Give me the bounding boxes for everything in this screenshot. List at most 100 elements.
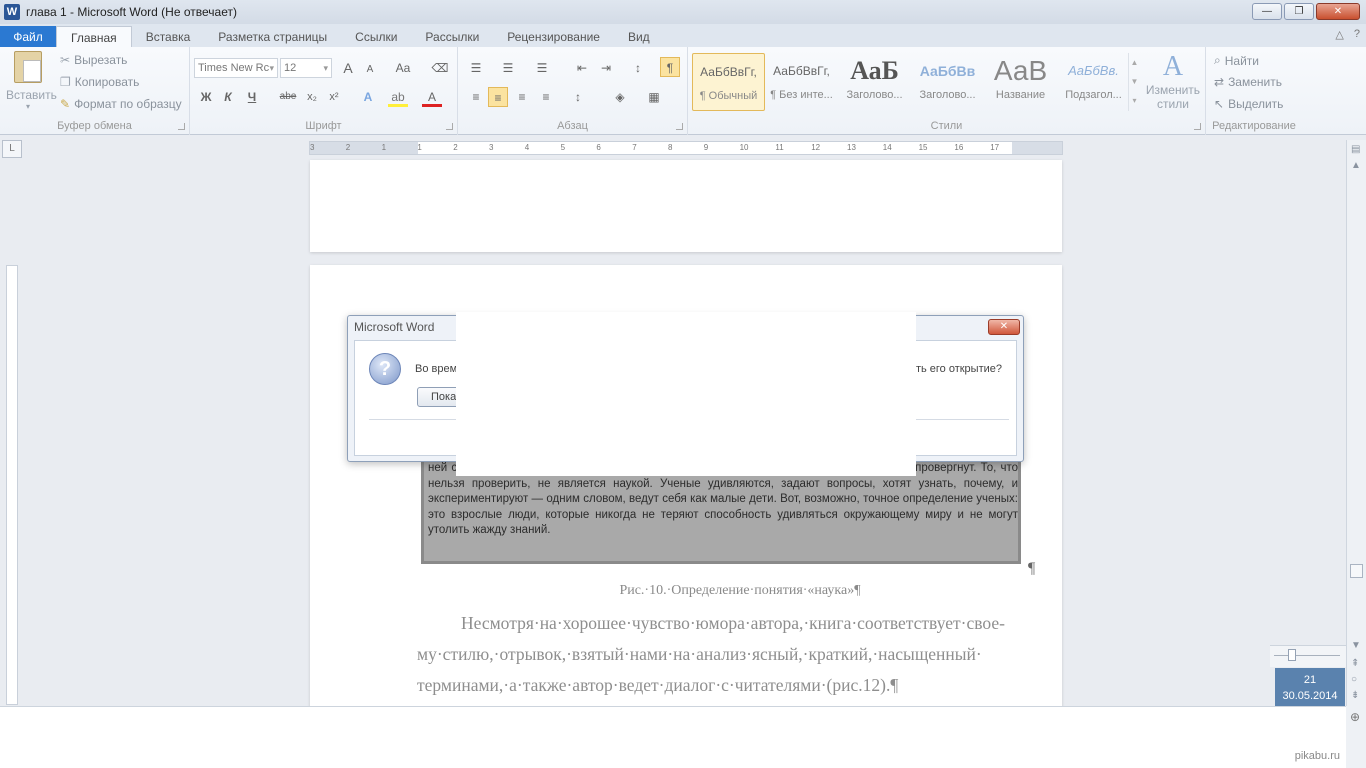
line-spacing-icon[interactable]: ↕ [568, 87, 588, 107]
style-heading-2[interactable]: АаБбВв Заголово... [911, 53, 984, 111]
copy-button[interactable]: ❐ Копировать [60, 75, 139, 89]
word-logo-icon: W [4, 4, 20, 20]
watermark: pikabu.ru [1294, 750, 1340, 762]
scrollbar-thumb[interactable] [1350, 564, 1363, 578]
find-button[interactable]: ⌕ Найти [1214, 53, 1259, 68]
superscript-button[interactable]: x² [324, 87, 344, 107]
style-no-spacing[interactable]: АаБбВвГг, ¶ Без инте... [765, 53, 838, 111]
tab-home[interactable]: Главная [56, 26, 132, 48]
scroll-up-icon[interactable]: ▲ [1351, 160, 1361, 171]
vertical-scrollbar[interactable]: ▤ ▲ ▼ ⇞ ○ ⇟ [1346, 140, 1366, 706]
multilevel-list-icon[interactable]: ☰ [532, 58, 552, 78]
numbering-icon[interactable]: ☰ [498, 58, 518, 78]
paragraph-group: ☰ ☰ ☰ ⇤ ⇥ ↕ ¶ ≡ ≡ ≡ ≡ ↕ ◈ ▦ Абзац [458, 47, 688, 135]
clear-format-icon[interactable]: ⌫ [430, 58, 450, 78]
styles-launcher-icon[interactable] [1194, 123, 1201, 130]
select-button[interactable]: ↖ Выделить [1214, 97, 1283, 111]
justify-icon[interactable]: ≡ [536, 87, 556, 107]
question-icon: ? [369, 353, 401, 385]
subscript-button[interactable]: x₂ [302, 87, 322, 107]
unrendered-area [456, 312, 916, 476]
increase-indent-icon[interactable]: ⇥ [596, 58, 616, 78]
replace-button[interactable]: ⇄ Заменить [1214, 75, 1282, 89]
styles-gallery: АаБбВвГг, ¶ Обычный АаБбВвГг, ¶ Без инте… [692, 53, 1140, 111]
change-case-button[interactable]: Aa [390, 58, 416, 78]
tab-insert[interactable]: Вставка [132, 26, 205, 48]
style-normal[interactable]: АаБбВвГг, ¶ Обычный [692, 53, 765, 111]
ruler-number: 4 [524, 143, 530, 152]
clipboard-launcher-icon[interactable] [178, 123, 185, 130]
cut-button[interactable]: ✂ Вырезать [60, 53, 127, 67]
bold-button[interactable]: Ж [196, 87, 216, 107]
ruler-number: 3 [310, 143, 315, 152]
minimize-ribbon-icon[interactable]: △ [1335, 28, 1343, 41]
zoom-knob[interactable] [1288, 649, 1296, 661]
ruler-number: 14 [882, 143, 892, 152]
align-center-icon[interactable]: ≡ [488, 87, 508, 107]
ruler-number: 12 [811, 143, 821, 152]
font-name-combo[interactable]: Times New Rc [194, 58, 278, 78]
dialog-close-button[interactable]: ✕ [988, 319, 1020, 335]
tab-selector[interactable]: L [2, 140, 22, 158]
underline-button[interactable]: Ч [242, 87, 262, 107]
strikethrough-button[interactable]: abe [276, 87, 300, 107]
italic-button[interactable]: К [218, 87, 238, 107]
paragraph-group-label: Абзац [557, 120, 588, 132]
style-subtitle[interactable]: АаБбВв. Подзагол... [1057, 53, 1130, 111]
shrink-font-button[interactable]: A [360, 60, 380, 80]
document-page-1[interactable] [310, 160, 1062, 252]
grow-font-button[interactable]: A [338, 58, 358, 78]
prev-page-icon[interactable]: ⇞ [1351, 658, 1359, 669]
zoom-in-icon[interactable]: ⊕ [1350, 710, 1360, 724]
styles-group-label: Стили [930, 120, 963, 132]
style-heading-1[interactable]: АаБ Заголово... [838, 53, 911, 111]
scroll-down-icon[interactable]: ▼ [1351, 640, 1361, 651]
styles-scroll[interactable]: ▲ ▼ ▾ [1128, 53, 1140, 111]
tab-review[interactable]: Рецензирование [493, 26, 614, 48]
clipboard-group-label: Буфер обмена [57, 120, 132, 132]
paragraph-launcher-icon[interactable] [676, 123, 683, 130]
tab-page-layout[interactable]: Разметка страницы [204, 26, 341, 48]
help-icon[interactable]: ? [1354, 28, 1360, 41]
ruler-toggle-icon[interactable]: ▤ [1351, 144, 1360, 155]
align-right-icon[interactable]: ≡ [512, 87, 532, 107]
bullets-icon[interactable]: ☰ [466, 58, 486, 78]
cursor-icon: ↖ [1214, 97, 1225, 111]
next-page-icon[interactable]: ⇟ [1351, 690, 1359, 701]
horizontal-ruler[interactable]: 3 2 1 1 2 3 4 5 6 7 8 9 10 11 12 13 14 15 16 17 [309, 141, 1063, 155]
zoom-slider[interactable] [1270, 645, 1346, 667]
format-painter-button[interactable]: ✎ Формат по образцу [60, 97, 182, 111]
font-launcher-icon[interactable] [446, 123, 453, 130]
minimize-button[interactable]: — [1252, 3, 1282, 20]
vertical-ruler[interactable] [6, 265, 18, 705]
tab-references[interactable]: Ссылки [341, 26, 411, 48]
tab-mailings[interactable]: Рассылки [411, 26, 493, 48]
font-color-icon[interactable]: A [422, 87, 442, 107]
align-left-icon[interactable]: ≡ [466, 87, 486, 107]
highlight-icon[interactable]: ab [388, 87, 408, 107]
copy-icon: ❐ [60, 75, 71, 89]
tab-view[interactable]: Вид [614, 26, 664, 48]
font-size-combo[interactable]: 12 [280, 58, 332, 78]
ruler-number: 6 [596, 143, 601, 152]
status-area: pikabu.ru [0, 706, 1346, 768]
show-formatting-button[interactable]: ¶ [660, 57, 680, 77]
scissors-icon: ✂ [60, 53, 71, 67]
borders-icon[interactable]: ▦ [644, 87, 664, 107]
decrease-indent-icon[interactable]: ⇤ [572, 58, 592, 78]
font-group-label: Шрифт [305, 120, 342, 132]
style-title[interactable]: АаВ Название [984, 53, 1057, 111]
change-styles-button[interactable]: A Изменить стили [1144, 51, 1202, 115]
shading-icon[interactable]: ◈ [610, 87, 630, 107]
sort-icon[interactable]: ↕ [628, 58, 648, 78]
editing-group-label: Редактирование [1212, 120, 1296, 132]
text-effects-icon[interactable]: A [358, 87, 378, 107]
paste-button[interactable]: Вставить ▾ [6, 51, 57, 115]
browse-object-icon[interactable]: ○ [1351, 674, 1357, 685]
tab-file[interactable]: Файл [0, 26, 56, 48]
window-title: глава 1 - Microsoft Word (Не отвечает) [26, 5, 237, 19]
font-group: Times New Rc 12 A A Aa ⌫ Ж К Ч abe x₂ x²… [190, 47, 458, 135]
restore-button[interactable]: ❐ [1284, 3, 1314, 20]
close-window-button[interactable]: ✕ [1316, 3, 1360, 20]
ruler-number: 1 [381, 143, 387, 152]
